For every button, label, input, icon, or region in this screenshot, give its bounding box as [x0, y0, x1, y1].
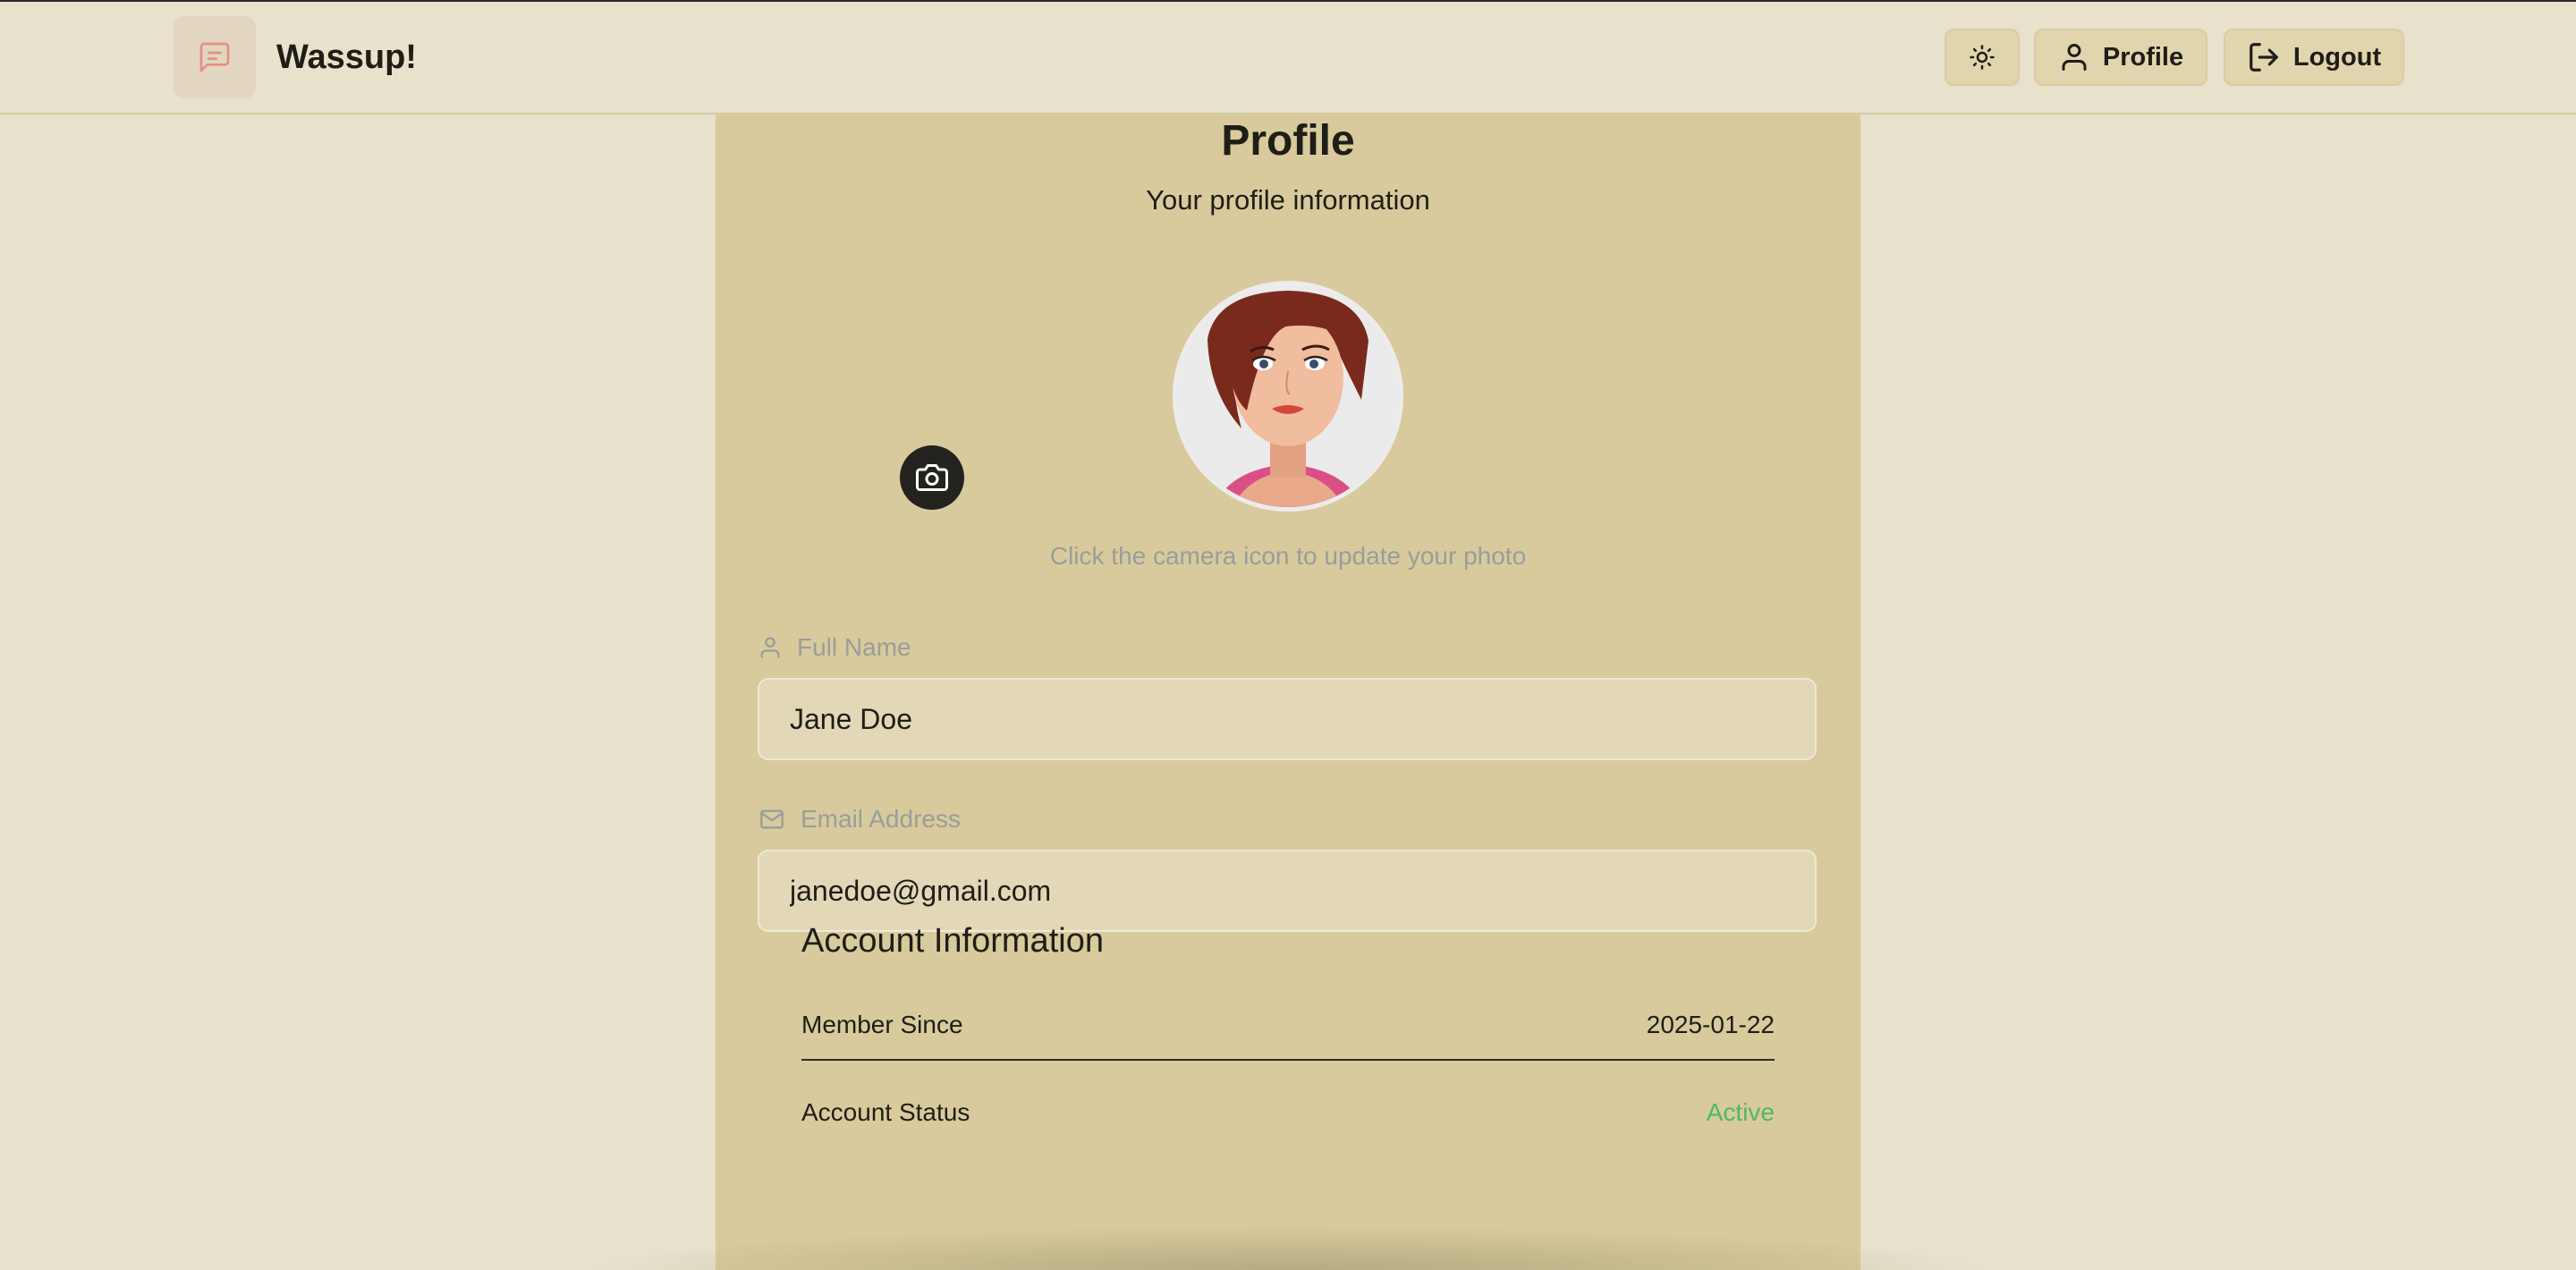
full-name-label-text: Full Name — [797, 633, 911, 661]
avatar-container — [1173, 281, 1403, 512]
user-icon — [2062, 44, 2087, 71]
camera-icon — [916, 464, 948, 491]
page-title: Profile — [1221, 117, 1355, 165]
profile-nav-label: Profile — [2102, 42, 2184, 72]
member-since-row: Member Since 2025-01-22 — [801, 1009, 1775, 1041]
window-top-edge — [0, 0, 2576, 2]
page-subtitle: Your profile information — [1146, 184, 1430, 216]
message-square-icon — [199, 42, 230, 72]
account-status-badge: Active — [1706, 1098, 1775, 1126]
profile-nav-button[interactable]: Profile — [2034, 29, 2207, 86]
user-icon — [760, 637, 780, 658]
full-name-label: Full Name — [758, 631, 911, 664]
change-photo-button[interactable] — [900, 445, 964, 510]
member-since-label: Member Since — [801, 1011, 963, 1038]
logout-label: Logout — [2292, 42, 2382, 72]
avatar — [1173, 281, 1403, 512]
profile-card: Profile Your profile information Click t… — [716, 114, 1860, 1270]
divider — [801, 1059, 1775, 1061]
sun-icon — [1970, 45, 1995, 70]
app-logo[interactable] — [174, 16, 256, 98]
avatar-illustration — [1177, 285, 1399, 507]
mail-icon — [760, 809, 784, 829]
logout-icon — [2250, 43, 2278, 72]
email-label: Email Address — [758, 803, 961, 835]
photo-hint: Click the camera icon to update your pho… — [1049, 542, 1527, 570]
logout-button[interactable]: Logout — [2224, 29, 2404, 86]
account-status-row: Account Status Active — [801, 1096, 1775, 1129]
theme-toggle-button[interactable] — [1945, 29, 2020, 86]
app-brand-name[interactable]: Wassup! — [276, 34, 417, 80]
account-status-label: Account Status — [801, 1098, 970, 1126]
full-name-field[interactable] — [758, 678, 1817, 760]
email-label-text: Email Address — [801, 805, 961, 833]
account-information-heading: Account Information — [801, 922, 1104, 960]
member-since-value: 2025-01-22 — [1646, 1011, 1775, 1038]
top-navigation-bar: Wassup! Profile Logout — [0, 0, 2576, 114]
